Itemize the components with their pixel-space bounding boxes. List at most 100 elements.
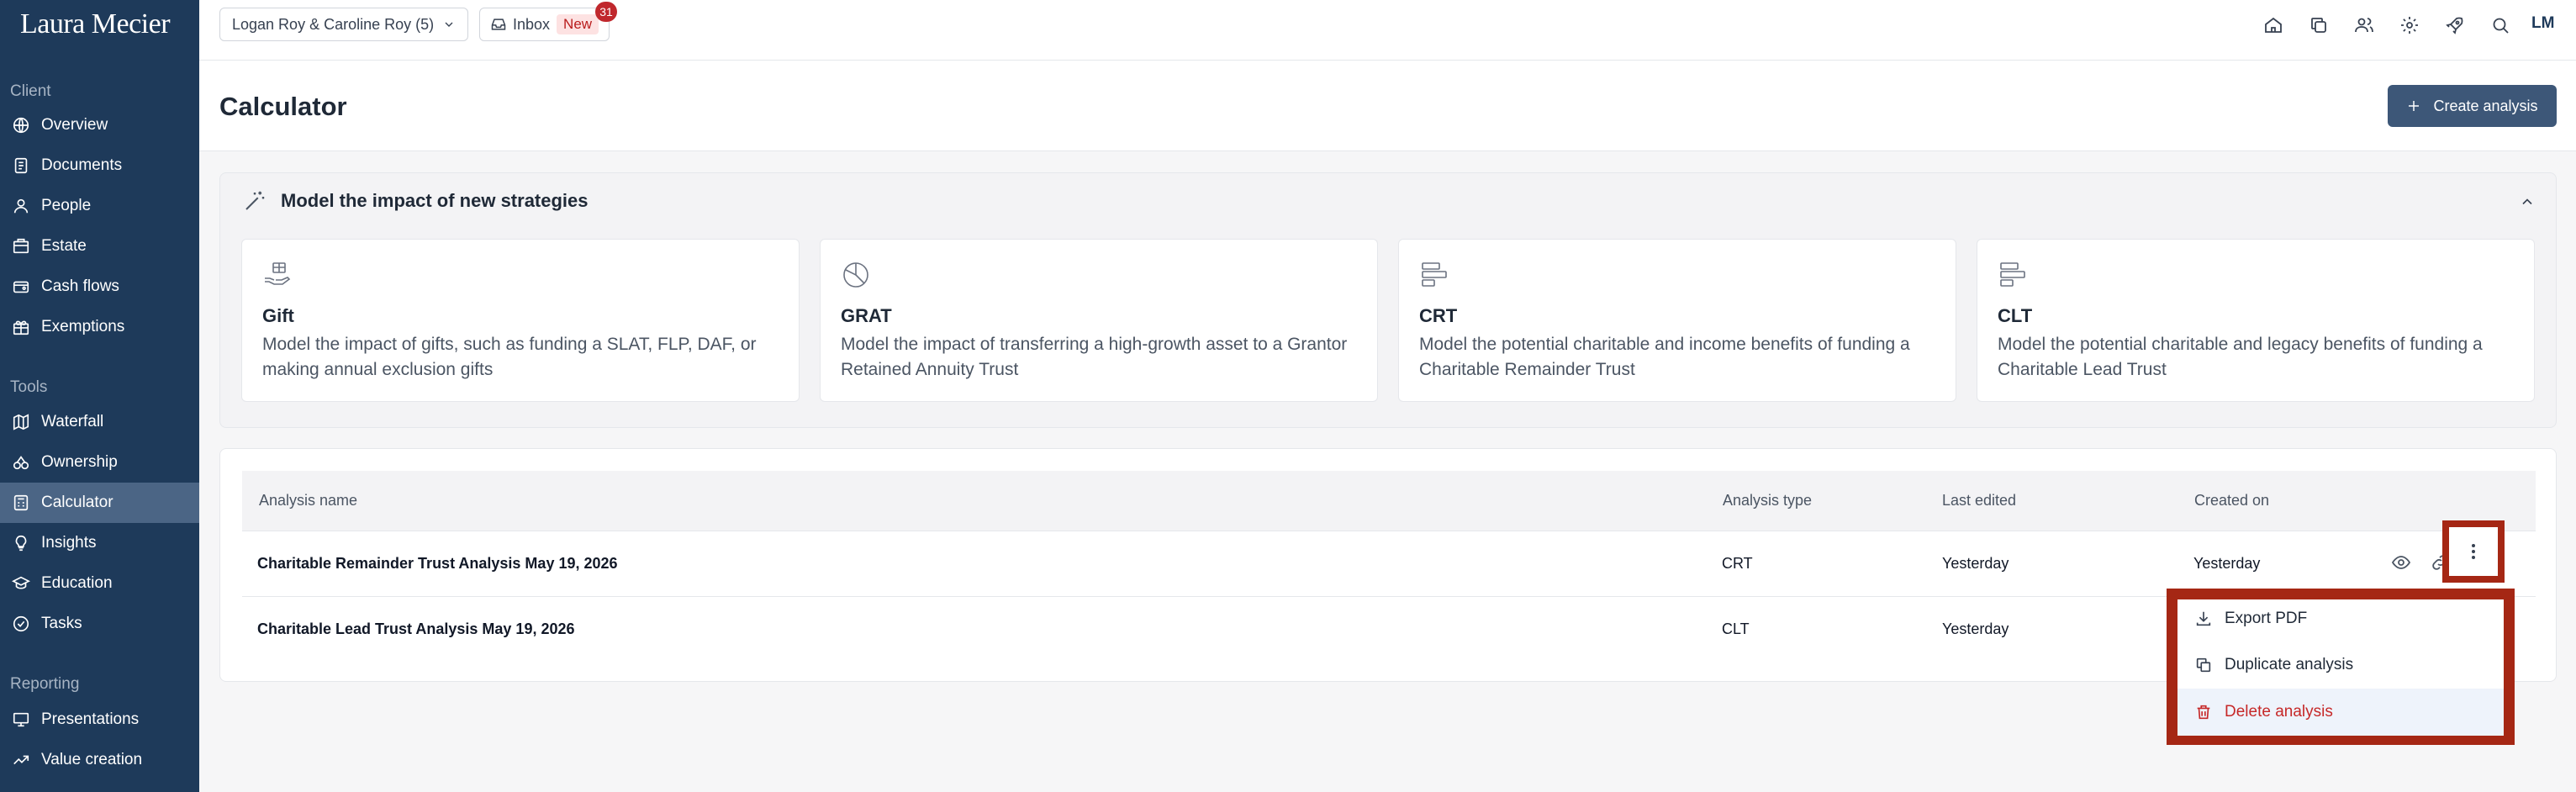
last-edited: Yesterday (1942, 555, 2009, 572)
card-description: Model the impact of transferring a high-… (841, 335, 1348, 379)
trend-up-icon (13, 755, 29, 765)
sidebar-item-people[interactable]: People (0, 186, 199, 226)
sidebar-item-presentations[interactable]: Presentations (0, 700, 199, 740)
card-title: GRAT (841, 305, 892, 326)
presentation-icon (13, 712, 29, 727)
globe-icon (13, 117, 29, 134)
person-icon (13, 198, 29, 214)
bar-list-icon (1422, 262, 1447, 287)
card-title: CLT (1998, 305, 2033, 326)
check-circle-icon (13, 615, 29, 632)
sidebar-item-label: Presentations (41, 710, 140, 728)
client-selector[interactable]: Logan Roy & Caroline Roy (5) (219, 8, 469, 41)
bar-list-icon (2000, 262, 2025, 287)
analysis-name[interactable]: Charitable Lead Trust Analysis May 19, 2… (257, 620, 575, 638)
strategy-card-grat[interactable]: GRAT Model the impact of transferring a … (820, 239, 1378, 402)
row-actions-menu: Export PDF Duplicate analysis Delete ana… (2167, 589, 2515, 745)
eye-icon (2391, 556, 2411, 569)
menu-item-export-pdf[interactable]: Export PDF (2177, 595, 2504, 642)
table-row[interactable]: Charitable Remainder Trust Analysis May … (242, 531, 2536, 597)
sidebar-item-estate[interactable]: Estate (0, 226, 199, 267)
chevron-down-icon (445, 22, 453, 27)
inbox-icon (491, 18, 506, 30)
users-button[interactable] (2352, 13, 2376, 37)
top-bar: Logan Roy & Caroline Roy (5) Inbox New 3… (199, 0, 2576, 61)
sidebar-item-overview[interactable]: Overview (0, 105, 199, 145)
analysis-name[interactable]: Charitable Remainder Trust Analysis May … (257, 555, 618, 573)
card-description: Model the potential charitable and legac… (1998, 335, 2483, 379)
search-button[interactable] (2489, 13, 2512, 37)
magic-wand-icon (245, 191, 265, 210)
app-logo: Laura Mecier (20, 8, 171, 40)
create-analysis-button[interactable]: Create analysis (2388, 85, 2557, 127)
duplicate-icon (2196, 657, 2211, 673)
home-icon (2265, 17, 2282, 33)
sidebar-item-tasks[interactable]: Tasks (0, 604, 199, 644)
gear-icon (2401, 17, 2418, 34)
sidebar-item-exemptions[interactable]: Exemptions (0, 307, 199, 347)
inbox-count-badge: 31 (595, 2, 618, 22)
calculator-icon (13, 494, 29, 511)
card-description: Model the potential charitable and incom… (1419, 335, 1910, 379)
card-title: CRT (1419, 305, 1458, 326)
sidebar-item-label: People (41, 197, 92, 214)
launch-button[interactable] (2443, 13, 2467, 37)
sidebar-item-insights[interactable]: Insights (0, 523, 199, 563)
sidebar-item-label: Cash flows (41, 277, 119, 295)
home-button[interactable] (2262, 13, 2285, 37)
strategies-title: Model the impact of new strategies (281, 190, 589, 211)
ownership-icon (13, 456, 29, 470)
document-icon (14, 157, 28, 174)
sidebar-item-label: Documents (41, 156, 123, 174)
trash-icon (2197, 705, 2210, 720)
sidebar-item-education[interactable]: Education (0, 563, 199, 604)
sidebar-item-label: Ownership (41, 453, 118, 471)
card-title: Gift (262, 305, 294, 326)
sidebar-item-cash-flows[interactable]: Cash flows (0, 267, 199, 307)
strategy-card-gift[interactable]: Gift Model the impact of gifts, such as … (241, 239, 800, 402)
strategy-card-crt[interactable]: CRT Model the potential charitable and i… (1398, 239, 1956, 402)
create-analysis-label: Create analysis (2433, 97, 2538, 114)
column-header-edited[interactable]: Last edited (1942, 492, 2016, 510)
gift-hand-icon (265, 262, 291, 285)
user-avatar[interactable]: LM (2531, 14, 2554, 33)
column-header-name[interactable]: Analysis name (259, 492, 357, 510)
menu-item-duplicate[interactable]: Duplicate analysis (2177, 642, 2504, 689)
sidebar-item-label: Estate (41, 237, 87, 255)
collapse-button[interactable] (2519, 193, 2536, 210)
map-icon (13, 414, 29, 430)
menu-item-label: Delete analysis (2225, 703, 2333, 721)
strategies-header[interactable]: Model the impact of new strategies (242, 188, 589, 214)
inbox-label: Inbox (513, 15, 551, 33)
view-button[interactable] (2391, 552, 2413, 574)
analysis-type: CLT (1722, 620, 1750, 637)
settings-button[interactable] (2398, 13, 2421, 37)
column-header-created[interactable]: Created on (2194, 492, 2269, 510)
client-selector-label: Logan Roy & Caroline Roy (5) (232, 15, 435, 33)
pie-chart-icon (843, 262, 868, 288)
column-header-type[interactable]: Analysis type (1723, 492, 1812, 510)
copy-button[interactable] (2307, 13, 2331, 37)
section-label-tools: Tools (10, 378, 48, 396)
menu-item-delete[interactable]: Delete analysis (2177, 689, 2504, 736)
sidebar-item-documents[interactable]: Documents (0, 145, 199, 186)
table-header: Analysis name Analysis type Last edited … (242, 471, 2536, 531)
cash-icon (13, 281, 29, 293)
sidebar-item-label: Overview (41, 116, 108, 134)
sidebar-item-label: Education (41, 574, 113, 592)
strategy-card-clt[interactable]: CLT Model the potential charitable and l… (1977, 239, 2535, 402)
sidebar-item-calculator[interactable]: Calculator (0, 483, 199, 523)
sidebar-item-ownership[interactable]: Ownership (0, 442, 199, 483)
inbox-button[interactable]: Inbox New 31 (479, 2, 618, 41)
row-actions-button[interactable] (2442, 520, 2505, 583)
analysis-type: CRT (1722, 555, 1753, 572)
sidebar-item-label: Exemptions (41, 318, 125, 335)
sidebar-item-value-creation[interactable]: Value creation (0, 740, 199, 780)
rocket-icon (2446, 17, 2463, 34)
sidebar-item-waterfall[interactable]: Waterfall (0, 402, 199, 442)
page-header: Calculator Create analysis (199, 61, 2576, 151)
download-icon (2196, 611, 2211, 626)
kebab-menu-icon (2472, 544, 2475, 559)
sidebar: Laura Mecier Client Overview Documents P… (0, 0, 199, 792)
sidebar-item-label: Value creation (41, 751, 143, 768)
